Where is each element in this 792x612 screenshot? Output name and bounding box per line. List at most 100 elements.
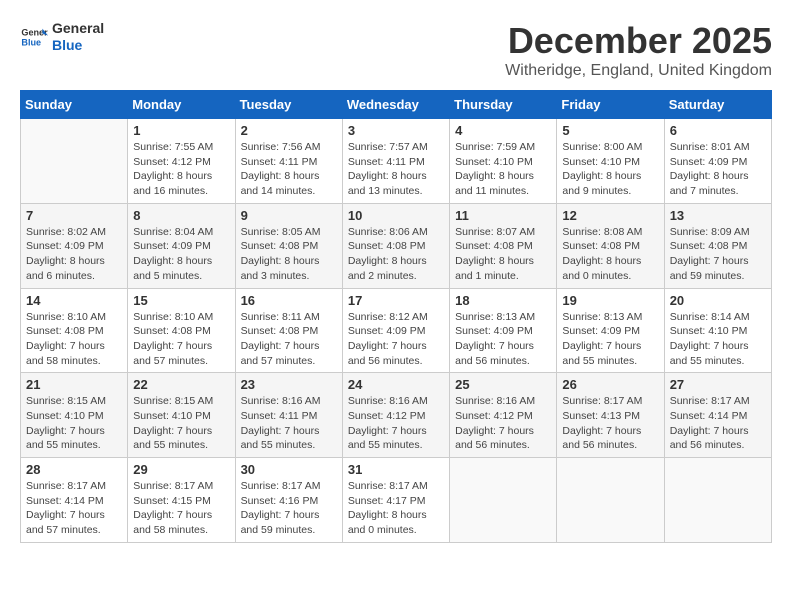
day-number: 15 xyxy=(133,293,229,308)
day-number: 22 xyxy=(133,377,229,392)
day-info: Sunrise: 8:09 AM Sunset: 4:08 PM Dayligh… xyxy=(670,225,766,284)
location: Witheridge, England, United Kingdom xyxy=(505,62,772,80)
calendar-table: SundayMondayTuesdayWednesdayThursdayFrid… xyxy=(20,90,772,543)
day-number: 24 xyxy=(348,377,444,392)
day-info: Sunrise: 8:16 AM Sunset: 4:12 PM Dayligh… xyxy=(348,394,444,453)
calendar-cell: 11Sunrise: 8:07 AM Sunset: 4:08 PM Dayli… xyxy=(450,203,557,288)
day-info: Sunrise: 8:14 AM Sunset: 4:10 PM Dayligh… xyxy=(670,310,766,369)
day-number: 31 xyxy=(348,462,444,477)
day-info: Sunrise: 8:07 AM Sunset: 4:08 PM Dayligh… xyxy=(455,225,551,284)
calendar-cell: 26 Sunrise: 8:17 AM Sunset: 4:13 PM Dayli… xyxy=(557,373,664,458)
calendar-cell: 19 Sunrise: 8:13 AM Sunset: 4:09 PM Dayli… xyxy=(557,288,664,373)
day-info: Sunrise: 8:13 AM Sunset: 4:09 PM Dayligh… xyxy=(562,310,658,369)
calendar-cell: 5Sunrise: 8:00 AM Sunset: 4:10 PM Daylig… xyxy=(557,119,664,204)
day-number: 28 xyxy=(26,462,122,477)
calendar-cell: 15 Sunrise: 8:10 AM Sunset: 4:08 PM Dayli… xyxy=(128,288,235,373)
calendar-cell: 7Sunrise: 8:02 AM Sunset: 4:09 PM Daylig… xyxy=(21,203,128,288)
calendar-cell: 23 Sunrise: 8:16 AM Sunset: 4:11 PM Dayli… xyxy=(235,373,342,458)
day-info: Sunrise: 8:02 AM Sunset: 4:09 PM Dayligh… xyxy=(26,225,122,284)
day-info: Sunrise: 8:05 AM Sunset: 4:08 PM Dayligh… xyxy=(241,225,337,284)
day-number: 17 xyxy=(348,293,444,308)
calendar-cell: 27 Sunrise: 8:17 AM Sunset: 4:14 PM Dayli… xyxy=(664,373,771,458)
day-number: 19 xyxy=(562,293,658,308)
logo-icon: General Blue xyxy=(20,23,48,51)
calendar-cell: 22 Sunrise: 8:15 AM Sunset: 4:10 PM Dayli… xyxy=(128,373,235,458)
calendar-header-row: SundayMondayTuesdayWednesdayThursdayFrid… xyxy=(21,91,772,119)
day-info: Sunrise: 8:04 AM Sunset: 4:09 PM Dayligh… xyxy=(133,225,229,284)
day-number: 26 xyxy=(562,377,658,392)
calendar-week-row: 1Sunrise: 7:55 AM Sunset: 4:12 PM Daylig… xyxy=(21,119,772,204)
day-number: 20 xyxy=(670,293,766,308)
calendar-cell: 6Sunrise: 8:01 AM Sunset: 4:09 PM Daylig… xyxy=(664,119,771,204)
day-number: 14 xyxy=(26,293,122,308)
logo: General Blue General Blue xyxy=(20,20,104,54)
day-info: Sunrise: 8:17 AM Sunset: 4:15 PM Dayligh… xyxy=(133,479,229,538)
calendar-cell: 2 Sunrise: 7:56 AM Sunset: 4:11 PM Daylig… xyxy=(235,119,342,204)
day-info: Sunrise: 8:00 AM Sunset: 4:10 PM Dayligh… xyxy=(562,140,658,199)
day-number: 12 xyxy=(562,208,658,223)
calendar-cell: 17 Sunrise: 8:12 AM Sunset: 4:09 PM Dayli… xyxy=(342,288,449,373)
day-info: Sunrise: 8:17 AM Sunset: 4:13 PM Dayligh… xyxy=(562,394,658,453)
weekday-header: Wednesday xyxy=(342,91,449,119)
weekday-header: Tuesday xyxy=(235,91,342,119)
day-info: Sunrise: 7:56 AM Sunset: 4:11 PM Dayligh… xyxy=(241,140,337,199)
day-number: 8 xyxy=(133,208,229,223)
day-number: 27 xyxy=(670,377,766,392)
day-number: 18 xyxy=(455,293,551,308)
day-number: 29 xyxy=(133,462,229,477)
day-info: Sunrise: 8:01 AM Sunset: 4:09 PM Dayligh… xyxy=(670,140,766,199)
calendar-cell: 14Sunrise: 8:10 AM Sunset: 4:08 PM Dayli… xyxy=(21,288,128,373)
day-info: Sunrise: 8:10 AM Sunset: 4:08 PM Dayligh… xyxy=(133,310,229,369)
calendar-cell: 30Sunrise: 8:17 AM Sunset: 4:16 PM Dayli… xyxy=(235,458,342,543)
day-info: Sunrise: 8:16 AM Sunset: 4:12 PM Dayligh… xyxy=(455,394,551,453)
day-number: 4 xyxy=(455,123,551,138)
logo-general: General xyxy=(52,20,104,37)
weekday-header: Friday xyxy=(557,91,664,119)
calendar-cell: 16 Sunrise: 8:11 AM Sunset: 4:08 PM Dayli… xyxy=(235,288,342,373)
calendar-cell xyxy=(664,458,771,543)
day-number: 21 xyxy=(26,377,122,392)
day-info: Sunrise: 8:11 AM Sunset: 4:08 PM Dayligh… xyxy=(241,310,337,369)
calendar-cell: 25 Sunrise: 8:16 AM Sunset: 4:12 PM Dayli… xyxy=(450,373,557,458)
weekday-header: Saturday xyxy=(664,91,771,119)
calendar-cell: 29 Sunrise: 8:17 AM Sunset: 4:15 PM Dayli… xyxy=(128,458,235,543)
calendar-cell: 18 Sunrise: 8:13 AM Sunset: 4:09 PM Dayli… xyxy=(450,288,557,373)
day-info: Sunrise: 8:13 AM Sunset: 4:09 PM Dayligh… xyxy=(455,310,551,369)
day-info: Sunrise: 8:16 AM Sunset: 4:11 PM Dayligh… xyxy=(241,394,337,453)
weekday-header: Thursday xyxy=(450,91,557,119)
day-info: Sunrise: 8:12 AM Sunset: 4:09 PM Dayligh… xyxy=(348,310,444,369)
calendar-week-row: 28 Sunrise: 8:17 AM Sunset: 4:14 PM Dayli… xyxy=(21,458,772,543)
day-number: 13 xyxy=(670,208,766,223)
calendar-cell: 28 Sunrise: 8:17 AM Sunset: 4:14 PM Dayli… xyxy=(21,458,128,543)
day-info: Sunrise: 7:59 AM Sunset: 4:10 PM Dayligh… xyxy=(455,140,551,199)
day-number: 9 xyxy=(241,208,337,223)
calendar-cell: 3Sunrise: 7:57 AM Sunset: 4:11 PM Daylig… xyxy=(342,119,449,204)
day-info: Sunrise: 8:15 AM Sunset: 4:10 PM Dayligh… xyxy=(26,394,122,453)
day-info: Sunrise: 8:08 AM Sunset: 4:08 PM Dayligh… xyxy=(562,225,658,284)
weekday-header: Monday xyxy=(128,91,235,119)
title-block: December 2025 Witheridge, England, Unite… xyxy=(505,20,772,80)
calendar-cell: 13 Sunrise: 8:09 AM Sunset: 4:08 PM Dayli… xyxy=(664,203,771,288)
day-number: 25 xyxy=(455,377,551,392)
day-info: Sunrise: 8:17 AM Sunset: 4:14 PM Dayligh… xyxy=(26,479,122,538)
day-number: 2 xyxy=(241,123,337,138)
calendar-cell: 24 Sunrise: 8:16 AM Sunset: 4:12 PM Dayli… xyxy=(342,373,449,458)
calendar-cell xyxy=(557,458,664,543)
logo-blue: Blue xyxy=(52,37,104,54)
day-info: Sunrise: 8:17 AM Sunset: 4:17 PM Dayligh… xyxy=(348,479,444,538)
calendar-cell: 20 Sunrise: 8:14 AM Sunset: 4:10 PM Dayli… xyxy=(664,288,771,373)
weekday-header: Sunday xyxy=(21,91,128,119)
day-info: Sunrise: 8:15 AM Sunset: 4:10 PM Dayligh… xyxy=(133,394,229,453)
calendar-cell xyxy=(450,458,557,543)
day-number: 16 xyxy=(241,293,337,308)
day-number: 23 xyxy=(241,377,337,392)
day-number: 1 xyxy=(133,123,229,138)
calendar-cell: 4 Sunrise: 7:59 AM Sunset: 4:10 PM Daylig… xyxy=(450,119,557,204)
day-number: 30 xyxy=(241,462,337,477)
calendar-cell: 8 Sunrise: 8:04 AM Sunset: 4:09 PM Daylig… xyxy=(128,203,235,288)
calendar-cell: 1Sunrise: 7:55 AM Sunset: 4:12 PM Daylig… xyxy=(128,119,235,204)
calendar-cell: 10Sunrise: 8:06 AM Sunset: 4:08 PM Dayli… xyxy=(342,203,449,288)
calendar-cell xyxy=(21,119,128,204)
day-info: Sunrise: 8:17 AM Sunset: 4:14 PM Dayligh… xyxy=(670,394,766,453)
calendar-cell: 31 Sunrise: 8:17 AM Sunset: 4:17 PM Dayli… xyxy=(342,458,449,543)
